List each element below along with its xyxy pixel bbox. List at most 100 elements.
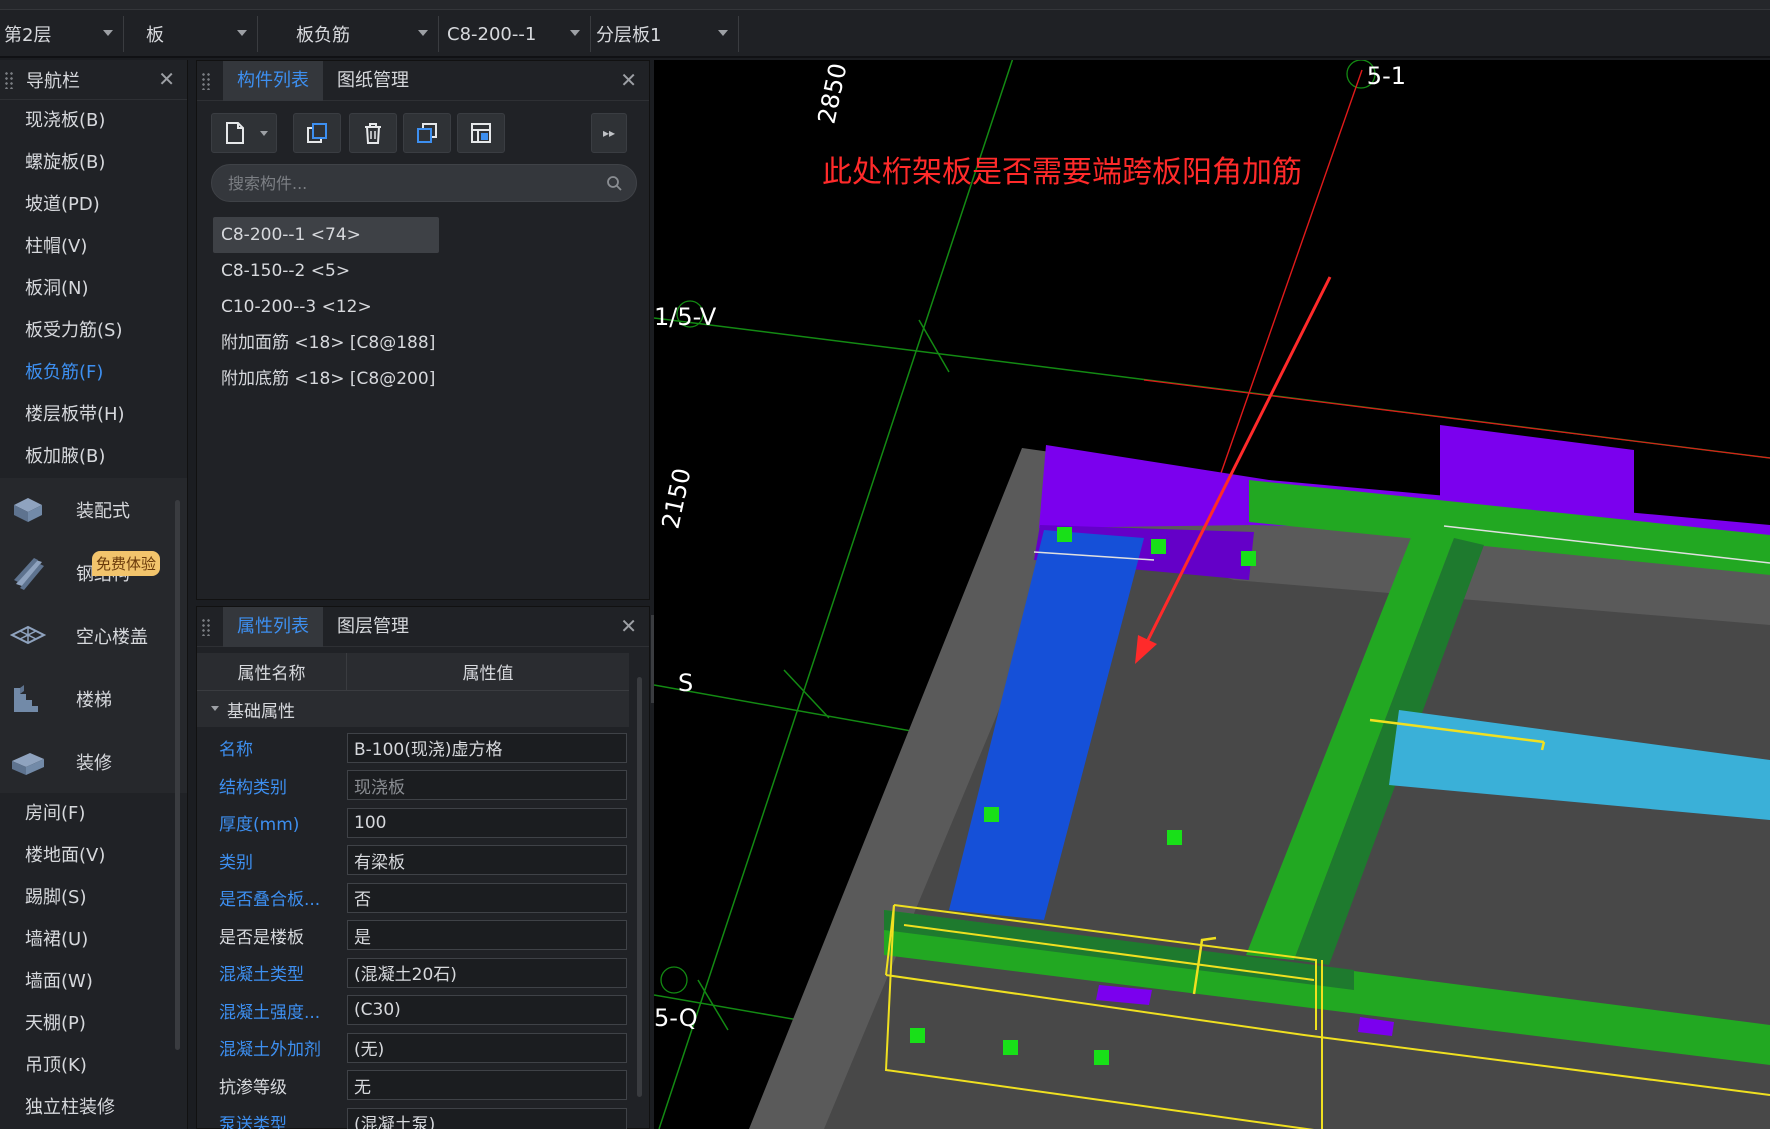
nav-item[interactable]: 楼层板带(H)	[0, 394, 187, 436]
nav-item[interactable]: 墙裙(U)	[0, 919, 187, 961]
layer-copy-button[interactable]	[403, 113, 451, 153]
nav-items-top: 现浇板(B) 螺旋板(B) 坡道(PD) 柱帽(V) 板洞(N) 板受力筋(S) 板负筋(F…	[0, 100, 187, 478]
property-value-field[interactable]: 100	[347, 807, 627, 838]
drag-handle-icon[interactable]	[201, 71, 211, 90]
property-name: 混凝土类型	[219, 965, 304, 986]
free-trial-badge[interactable]: 免费体验	[92, 551, 161, 576]
property-row: 厚度(mm) 100	[197, 804, 629, 842]
nav-scrollbar[interactable]	[175, 500, 180, 1050]
property-value-field[interactable]: 无	[347, 1070, 627, 1101]
grip-point[interactable]	[910, 1028, 925, 1043]
property-value-field[interactable]: (混凝土泵)	[347, 1107, 627, 1129]
nav-item[interactable]: 板洞(N)	[0, 268, 187, 310]
nav-item[interactable]: 楼地面(V)	[0, 835, 187, 877]
property-scrollbar[interactable]	[637, 677, 642, 1097]
nav-category[interactable]: 装修	[0, 730, 187, 793]
component-search[interactable]	[211, 164, 637, 202]
type-value: 板	[146, 25, 164, 46]
property-table-header: 属性名称 属性值	[197, 653, 629, 691]
property-name: 名称	[219, 740, 253, 761]
drag-handle-icon[interactable]	[201, 617, 211, 636]
nav-item[interactable]: 独立柱装修	[0, 1087, 187, 1129]
search-input[interactable]	[228, 173, 588, 193]
property-value-field[interactable]: 否	[347, 882, 627, 913]
new-component-button[interactable]	[211, 113, 277, 153]
grip-point[interactable]	[1151, 539, 1166, 554]
component-list-item[interactable]: C10-200--3 <12>	[213, 289, 643, 325]
delete-button[interactable]	[349, 113, 397, 153]
grip-point[interactable]	[984, 807, 999, 822]
property-name: 混凝土强度...	[219, 1002, 321, 1023]
property-value-field[interactable]: (无)	[347, 1032, 627, 1063]
grip-point[interactable]	[1241, 551, 1256, 566]
nav-item[interactable]: 板受力筋(S)	[0, 310, 187, 352]
nav-item[interactable]: 螺旋板(B)	[0, 142, 187, 184]
nav-item[interactable]: 墙面(W)	[0, 961, 187, 1003]
nav-item[interactable]: 吊顶(K)	[0, 1045, 187, 1087]
floor-dropdown[interactable]: 第2层	[0, 16, 124, 52]
menu-strip	[0, 0, 1770, 10]
nav-item[interactable]: 板负筋(F)	[0, 352, 187, 394]
property-value-field[interactable]: 现浇板	[347, 770, 627, 801]
subtype-dropdown[interactable]: 板负筋	[285, 16, 439, 52]
grip-point[interactable]	[1167, 830, 1182, 845]
drag-handle-icon[interactable]	[4, 70, 14, 89]
decoration-icon	[10, 745, 46, 779]
double-chevron-right-icon: ▸▸	[602, 126, 616, 140]
tab-drawing-management[interactable]: 图纸管理	[323, 61, 423, 101]
component-list-item[interactable]: 附加底筋 <18> [C8@200]	[213, 361, 643, 397]
nav-item[interactable]: 柱帽(V)	[0, 226, 187, 268]
extract-button[interactable]	[457, 113, 505, 153]
property-row: 混凝土外加剂 (无)	[197, 1029, 629, 1067]
component-list-item[interactable]: C8-200--1 <74>	[213, 217, 439, 253]
grip-point[interactable]	[1003, 1040, 1018, 1055]
component-list-item[interactable]: C8-150--2 <5>	[213, 253, 643, 289]
annotation-text: 此处桁架板是否需要端跨板阳角加筋	[822, 155, 1302, 190]
layer-dropdown[interactable]: 分层板1	[591, 16, 739, 52]
3d-viewport[interactable]: 2850 1/5-V 2150 S 5-Q 5-1 此处桁架板是否需要端跨板阳角…	[654, 60, 1770, 1129]
property-value-field[interactable]: (混凝土20石)	[347, 957, 627, 988]
tab-component-list[interactable]: 构件列表	[223, 60, 323, 101]
nav-item[interactable]: 现浇板(B)	[0, 100, 187, 142]
grip-point[interactable]	[1057, 527, 1072, 542]
nav-category[interactable]: 楼梯	[0, 667, 187, 730]
extract-icon	[471, 123, 491, 143]
dimension-label-left: 2150	[656, 466, 696, 532]
tab-property-list[interactable]: 属性列表	[223, 606, 323, 647]
nav-category[interactable]: 钢结构免费体验	[0, 541, 187, 604]
property-value-field[interactable]: (C30)	[347, 995, 627, 1026]
component-list-item[interactable]: 附加面筋 <18> [C8@188]	[213, 325, 643, 361]
property-value-field[interactable]: B-100(现浇)虚方格	[347, 732, 627, 763]
floor-value: 第2层	[4, 25, 52, 46]
axis-label-q: 5-Q	[654, 1004, 698, 1032]
property-name: 是否是楼板	[219, 927, 304, 948]
grip-point[interactable]	[1094, 1050, 1109, 1065]
property-name: 厚度(mm)	[219, 815, 300, 836]
expand-toolbar-button[interactable]: ▸▸	[591, 113, 627, 153]
property-row: 是否叠合板... 否	[197, 879, 629, 917]
model-canvas[interactable]: 2850 1/5-V 2150 S 5-Q 5-1 此处桁架板是否需要端跨板阳角…	[654, 60, 1770, 1129]
property-group-basic[interactable]: 基础属性	[197, 691, 629, 727]
component-dropdown[interactable]: C8-200--1	[439, 16, 591, 52]
nav-item[interactable]: 天棚(P)	[0, 1003, 187, 1045]
type-dropdown[interactable]: 板	[124, 16, 258, 52]
nav-item[interactable]: 踢脚(S)	[0, 877, 187, 919]
property-value-field[interactable]: 是	[347, 920, 627, 951]
close-icon[interactable]: ✕	[620, 70, 637, 90]
nav-item[interactable]: 房间(F)	[0, 793, 187, 835]
nav-item[interactable]: 坡道(PD)	[0, 184, 187, 226]
chevron-down-icon	[418, 30, 428, 36]
search-icon[interactable]	[606, 175, 622, 191]
nav-item[interactable]: 板加腋(B)	[0, 436, 187, 478]
nav-category[interactable]: 空心楼盖	[0, 604, 187, 667]
property-value-field[interactable]: 有梁板	[347, 845, 627, 876]
tab-layer-management[interactable]: 图层管理	[323, 607, 423, 647]
component-toolbar: ▸▸	[211, 113, 639, 153]
copy-button[interactable]	[293, 113, 341, 153]
collapse-triangle-icon[interactable]	[211, 706, 219, 711]
chevron-down-icon[interactable]	[260, 131, 268, 136]
close-icon[interactable]: ✕	[620, 616, 637, 636]
close-icon[interactable]: ✕	[158, 69, 175, 89]
nav-category[interactable]: 装配式	[0, 478, 187, 541]
nav-category-label: 空心楼盖	[76, 626, 148, 648]
